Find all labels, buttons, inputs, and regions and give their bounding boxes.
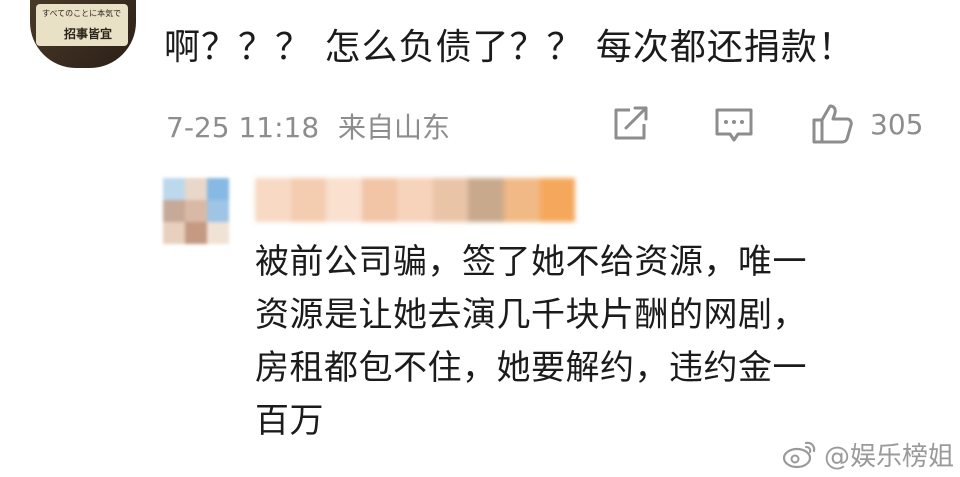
reply-text-line: 房租都包不住，她要解约，违约金一 [255, 348, 807, 388]
comment-location: 来自山东 [338, 111, 451, 144]
comment-button[interactable] [712, 98, 756, 150]
username-blur-block [468, 178, 504, 222]
username-blur-block [255, 178, 291, 222]
username-blur-block [539, 178, 576, 222]
avatar-sign: すべてのことに本気で! 招事皆宜 [36, 4, 128, 46]
reply-text: 被前公司骗，签了她不给资源，唯一 资源是让她去演几千块片酬的网剧， 房租都包不住，她… [255, 236, 875, 448]
avatar-mosaic-tile [163, 200, 185, 222]
username-blur-block [290, 178, 327, 222]
avatar-mosaic-tile [163, 222, 185, 244]
avatar-mosaic-tile [185, 178, 207, 200]
reply-avatar[interactable] [163, 178, 229, 244]
avatar-mosaic-tile [185, 222, 207, 244]
username-blur-block [397, 178, 433, 222]
username-blur-block [503, 178, 540, 222]
comment-date: 7-25 11:18 [166, 111, 320, 144]
comment-text: 啊？？？ 怎么负债了？？ 每次都还捐款！ [164, 27, 855, 68]
avatar-mosaic-tile [207, 200, 229, 222]
username-blur-block [326, 178, 362, 222]
avatar-sign-small-text: すべてのことに本気で! [42, 9, 122, 18]
repost-icon [614, 106, 648, 140]
watermark: @娱乐榜姐 [782, 434, 954, 474]
like-icon [812, 104, 853, 144]
weibo-icon [782, 441, 816, 469]
reply-username-blurred[interactable] [255, 178, 576, 222]
avatar-mosaic-tile [163, 178, 185, 200]
like-button[interactable]: 305 [810, 98, 923, 150]
comment-icon [715, 108, 753, 142]
avatar-sign-large-text: 招事皆宜 [64, 27, 113, 41]
comment-meta: 7-25 11:18 来自山东 [166, 106, 450, 146]
avatar-mosaic-tile [207, 178, 229, 200]
repost-button[interactable] [610, 98, 652, 150]
avatar-mosaic-tile [207, 222, 229, 244]
watermark-text: @娱乐榜姐 [824, 441, 955, 472]
username-blur-block [361, 178, 398, 222]
avatar-mosaic-tile [185, 200, 207, 222]
username-blur-block [432, 178, 469, 222]
avatar[interactable]: すべてのことに本気で! 招事皆宜 [30, 0, 136, 68]
reply-text-line: 资源是让她去演几千块片酬的网剧， [255, 295, 807, 335]
reply-text-line: 被前公司骗，签了她不给资源，唯一 [255, 242, 807, 282]
like-count: 305 [870, 107, 924, 141]
